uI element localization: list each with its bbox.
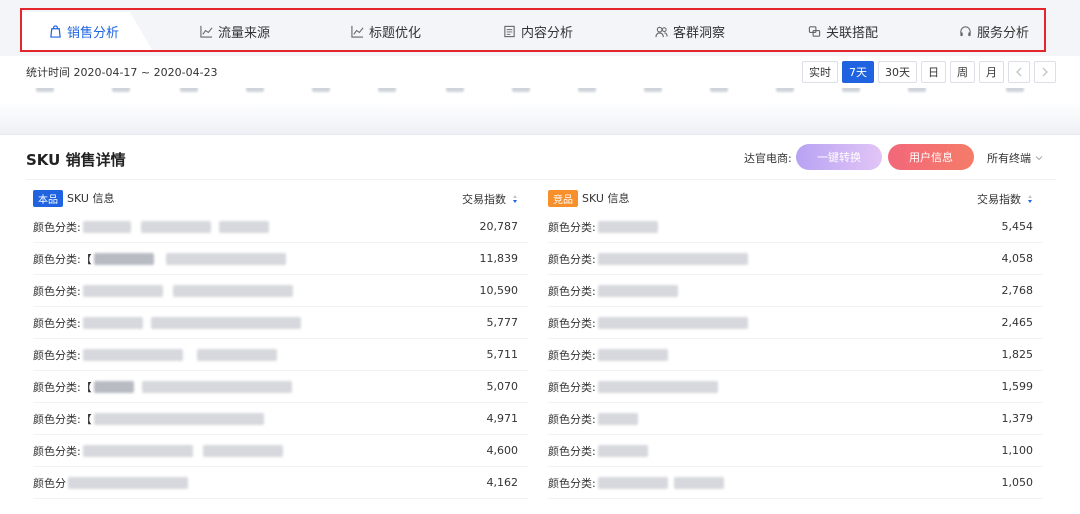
row-label: 颜色分类:【 bbox=[33, 380, 92, 394]
row-value: 1,825 bbox=[1001, 348, 1034, 361]
sku-info-header: SKU 信息 bbox=[582, 192, 630, 205]
table-row[interactable]: 颜色分类: 5,711 bbox=[33, 339, 528, 371]
row-label: 颜色分类: bbox=[33, 220, 81, 234]
table-row[interactable]: 颜色分类: 1,599 bbox=[548, 371, 1043, 403]
table-row[interactable]: 颜色分类: 1,379 bbox=[548, 403, 1043, 435]
table-row[interactable]: 颜色分类: 10,590 bbox=[33, 275, 528, 307]
row-value: 2,768 bbox=[1001, 284, 1034, 297]
table-row[interactable]: 颜色分类: 2,768 bbox=[548, 275, 1043, 307]
range-30day-button[interactable]: 30天 bbox=[878, 61, 917, 83]
row-value: 4,600 bbox=[486, 444, 519, 457]
row-label: 颜色分类: bbox=[548, 380, 596, 394]
table-row[interactable]: 颜色分类: 20,787 bbox=[33, 211, 528, 243]
date-filter-bar: 统计时间 2020-04-17 ~ 2020-04-23 实时 7天 30天 日… bbox=[0, 56, 1080, 88]
row-label: 颜色分类: bbox=[548, 476, 596, 490]
row-label: 颜色分类: bbox=[548, 252, 596, 266]
row-label: 颜色分类: bbox=[33, 348, 81, 362]
row-label: 颜色分类: bbox=[33, 444, 81, 458]
row-value: 1,599 bbox=[1001, 380, 1034, 393]
table-row[interactable]: 颜色分类:【 11,839 bbox=[33, 243, 528, 275]
row-label: 颜色分类: bbox=[33, 316, 81, 330]
range-day-button[interactable]: 日 bbox=[921, 61, 946, 83]
range-month-button[interactable]: 月 bbox=[979, 61, 1004, 83]
row-value: 20,787 bbox=[479, 220, 519, 233]
user-info-button[interactable]: 用户信息 bbox=[888, 144, 974, 170]
stat-period-text: 统计时间 2020-04-17 ~ 2020-04-23 bbox=[26, 66, 218, 79]
table-header: 竞品 SKU 信息 交易指数 bbox=[548, 185, 1043, 211]
next-period-button[interactable] bbox=[1034, 61, 1056, 83]
row-label: 颜色分类: bbox=[548, 284, 596, 298]
own-product-table: 本品 SKU 信息 交易指数 颜色分类: 20,787 颜色分类:【 11,839 … bbox=[33, 185, 528, 499]
chevron-down-icon bbox=[1035, 156, 1043, 161]
table-row[interactable]: 颜色分类: 1,825 bbox=[548, 339, 1043, 371]
metric-header-label: 交易指数 bbox=[977, 193, 1021, 206]
row-value: 4,058 bbox=[1001, 252, 1034, 265]
sort-icon bbox=[1028, 195, 1032, 203]
row-label: 颜色分类: bbox=[33, 284, 81, 298]
sku-sales-detail-panel: SKU 销售详情 达官电商: 一键转换 用户信息 所有终端 本品 SKU 信息 … bbox=[0, 134, 1080, 514]
row-value: 1,050 bbox=[1001, 476, 1034, 489]
row-label: 颜色分类: bbox=[548, 348, 596, 362]
metric-header-label: 交易指数 bbox=[462, 193, 506, 206]
table-row[interactable]: 颜色分类: 5,777 bbox=[33, 307, 528, 339]
table-row[interactable]: 颜色分类: 1,100 bbox=[548, 435, 1043, 467]
chevron-left-icon bbox=[1016, 67, 1022, 77]
own-product-tag: 本品 bbox=[33, 189, 63, 207]
row-value: 5,777 bbox=[486, 316, 519, 329]
annotation-highlight-box bbox=[20, 8, 1046, 52]
one-click-convert-button[interactable]: 一键转换 bbox=[796, 144, 882, 170]
table-row[interactable]: 颜色分类: 4,600 bbox=[33, 435, 528, 467]
sort-icon bbox=[513, 195, 517, 203]
range-realtime-button[interactable]: 实时 bbox=[802, 61, 838, 83]
terminal-select[interactable]: 所有终端 bbox=[987, 150, 1043, 166]
row-label: 颜色分类: bbox=[548, 220, 596, 234]
row-value: 5,070 bbox=[486, 380, 519, 393]
row-label: 颜色分类: bbox=[548, 316, 596, 330]
row-label: 颜色分类:【 bbox=[33, 252, 92, 266]
row-label: 颜色分类: bbox=[548, 444, 596, 458]
terminal-select-value: 所有终端 bbox=[987, 152, 1031, 165]
table-row[interactable]: 颜色分 4,162 bbox=[33, 467, 528, 499]
metric-sort-header[interactable]: 交易指数 bbox=[462, 191, 518, 207]
platform-label: 达官电商: bbox=[744, 152, 792, 165]
row-value: 4,162 bbox=[486, 476, 519, 489]
table-row[interactable]: 颜色分类: 5,454 bbox=[548, 211, 1043, 243]
sku-info-header: SKU 信息 bbox=[67, 192, 115, 205]
row-value: 1,100 bbox=[1001, 444, 1034, 457]
table-row[interactable]: 颜色分类: 4,058 bbox=[548, 243, 1043, 275]
row-value: 11,839 bbox=[479, 252, 519, 265]
competitor-tag: 竞品 bbox=[548, 189, 578, 207]
chevron-right-icon bbox=[1042, 67, 1048, 77]
row-value: 5,454 bbox=[1001, 220, 1034, 233]
table-row[interactable]: 颜色分类:【 5,070 bbox=[33, 371, 528, 403]
row-value: 5,711 bbox=[486, 348, 519, 361]
row-label: 颜色分类:【 bbox=[33, 412, 92, 426]
row-label: 颜色分类: bbox=[548, 412, 596, 426]
row-label: 颜色分 bbox=[33, 476, 66, 490]
section-title: SKU 销售详情 bbox=[26, 151, 126, 169]
range-week-button[interactable]: 周 bbox=[950, 61, 975, 83]
row-value: 1,379 bbox=[1001, 412, 1034, 425]
row-value: 4,971 bbox=[486, 412, 519, 425]
divider bbox=[26, 179, 1056, 180]
section-divider-band bbox=[0, 102, 1080, 134]
row-value: 10,590 bbox=[479, 284, 519, 297]
table-row[interactable]: 颜色分类: 1,050 bbox=[548, 467, 1043, 499]
table-header: 本品 SKU 信息 交易指数 bbox=[33, 185, 528, 211]
row-value: 2,465 bbox=[1001, 316, 1034, 329]
prev-period-button[interactable] bbox=[1008, 61, 1030, 83]
cropped-chart-axis bbox=[0, 88, 1080, 102]
range-7day-button[interactable]: 7天 bbox=[842, 61, 874, 83]
analysis-nav-bar: 销售分析 流量来源 标题优化 内容分析 客群洞察 关联搭配 服务分析 bbox=[0, 0, 1080, 56]
range-button-group: 实时 7天 30天 日 周 月 bbox=[802, 61, 1056, 83]
competitor-product-table: 竞品 SKU 信息 交易指数 颜色分类: 5,454 颜色分类: 4,058 颜色分… bbox=[548, 185, 1043, 499]
metric-sort-header[interactable]: 交易指数 bbox=[977, 191, 1033, 207]
table-row[interactable]: 颜色分类:【 4,971 bbox=[33, 403, 528, 435]
table-row[interactable]: 颜色分类: 2,465 bbox=[548, 307, 1043, 339]
